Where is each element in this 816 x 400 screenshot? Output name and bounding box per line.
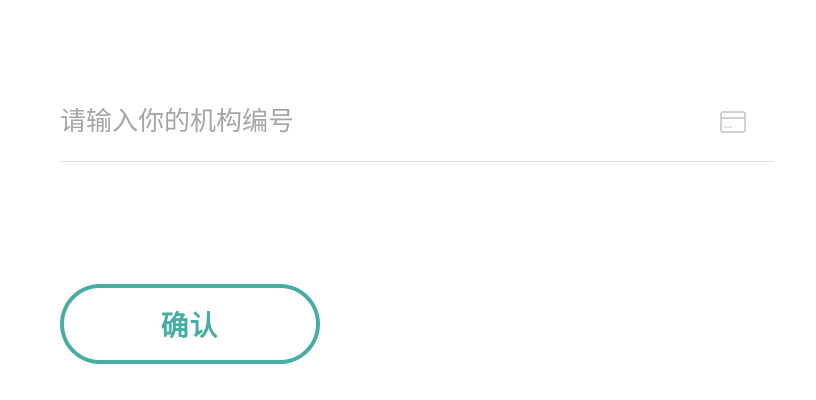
card-icon[interactable] [720, 111, 746, 133]
institution-code-input[interactable] [60, 92, 700, 152]
institution-code-field [60, 92, 774, 162]
institution-code-page: 确认 [0, 0, 816, 400]
confirm-button-label: 确认 [160, 309, 219, 342]
confirm-button[interactable]: 确认 [60, 284, 320, 364]
